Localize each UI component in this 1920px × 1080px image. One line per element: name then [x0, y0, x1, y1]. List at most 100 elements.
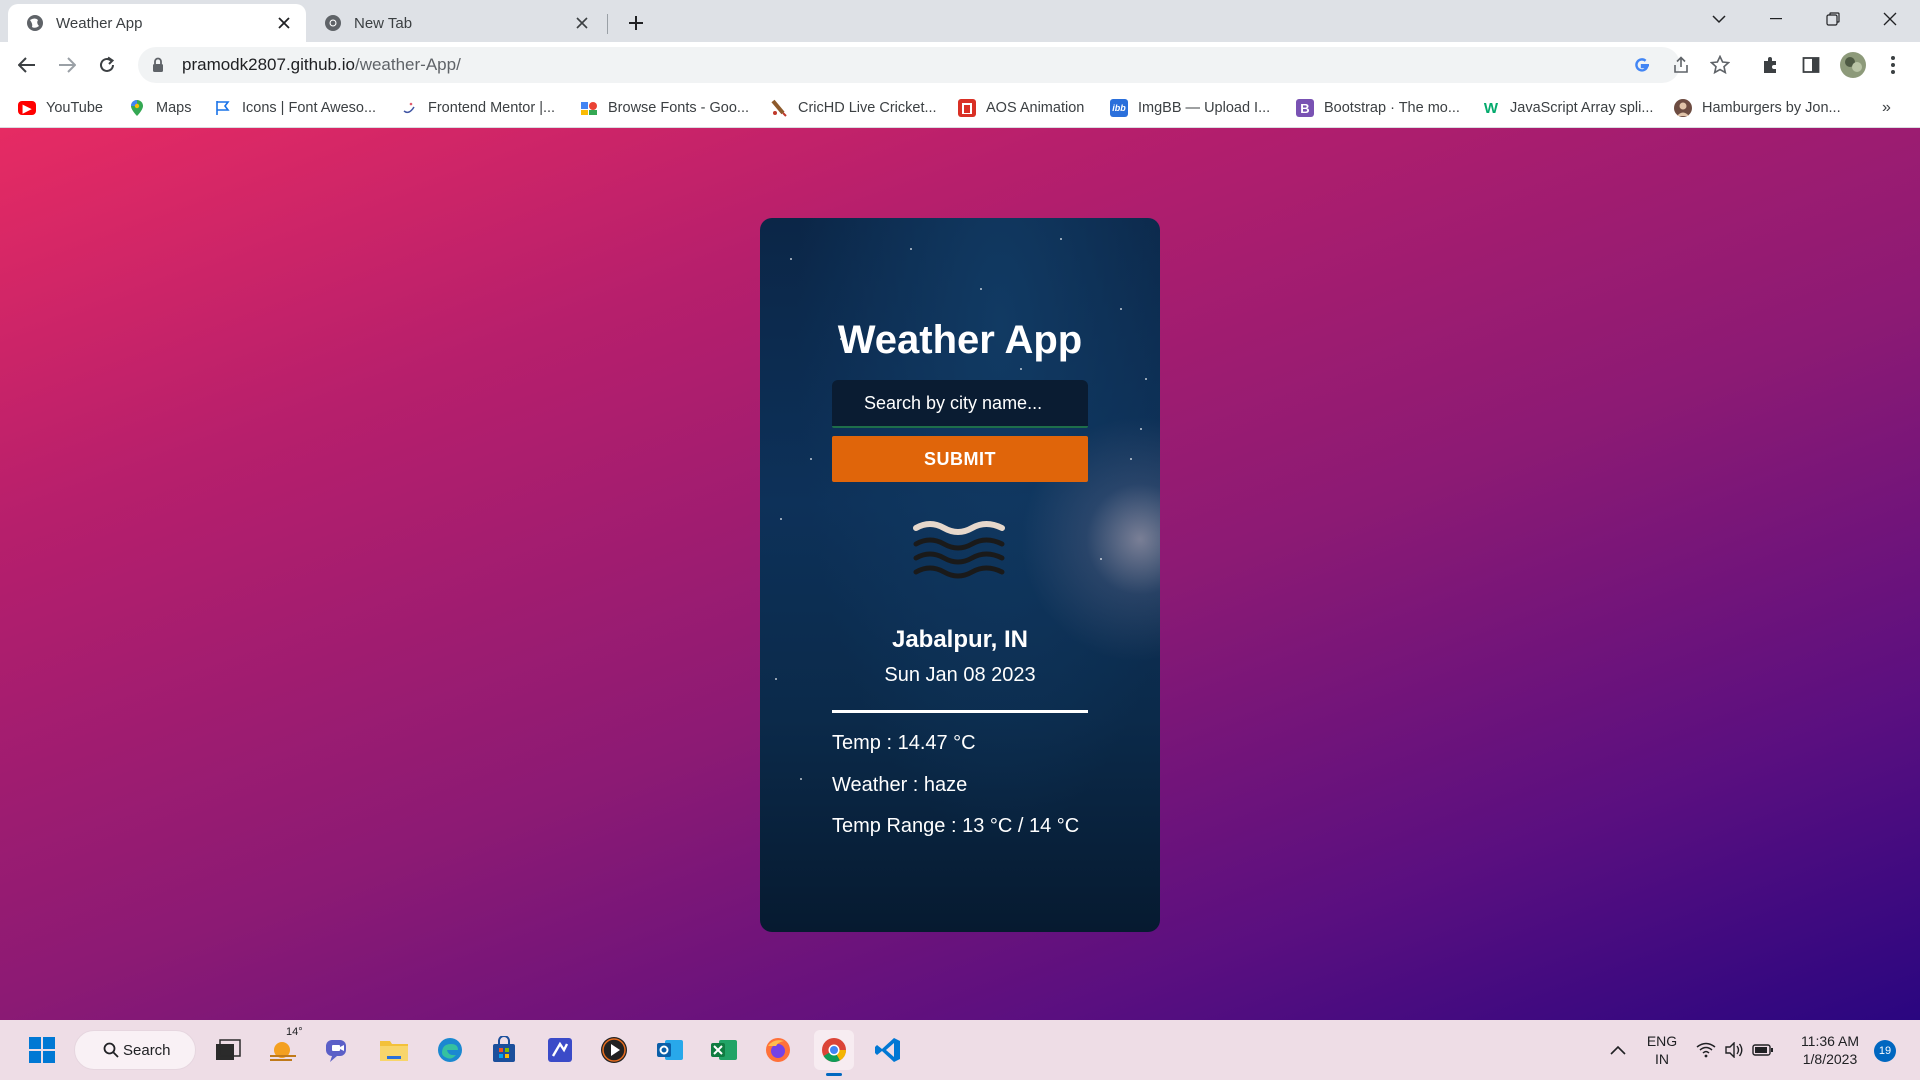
aos-icon: [958, 99, 976, 117]
bootstrap-icon: B: [1296, 99, 1314, 117]
browser-toolbar: pramodk2807.github.io/weather-App/: [0, 42, 1920, 88]
star: [800, 778, 802, 780]
weather-date: Sun Jan 08 2023: [884, 664, 1036, 686]
google-fonts-icon: [580, 99, 598, 117]
microsoft-store-icon[interactable]: [484, 1030, 524, 1070]
taskbar-search[interactable]: Search: [74, 1030, 196, 1070]
input-language[interactable]: ENG IN: [1642, 1032, 1682, 1068]
star: [1140, 428, 1142, 430]
haze-icon: [910, 518, 1010, 588]
weather-condition-text: Weather : haze: [832, 774, 968, 796]
star: [980, 288, 982, 290]
globe-icon: [26, 14, 44, 32]
bookmark-maps[interactable]: Maps: [128, 96, 191, 120]
star: [810, 458, 812, 460]
star: [1120, 308, 1122, 310]
address-bar[interactable]: pramodk2807.github.io/weather-App/: [138, 47, 1730, 83]
bookmark-font-awesome[interactable]: Icons | Font Aweso...: [214, 96, 376, 120]
city-name: Jabalpur, IN: [891, 626, 1029, 653]
vscode-icon[interactable]: [868, 1030, 908, 1070]
tab-new-tab[interactable]: New Tab: [306, 4, 604, 42]
star: [910, 248, 912, 250]
star: [1100, 558, 1102, 560]
avatar-icon: [1674, 99, 1692, 117]
bookmark-crichd[interactable]: CricHD Live Cricket...: [770, 96, 937, 120]
side-panel-icon[interactable]: [1796, 50, 1826, 80]
tab-search-button[interactable]: [1696, 0, 1742, 38]
divider: [832, 710, 1088, 713]
bookmark-star-icon[interactable]: [1706, 51, 1734, 79]
bookmark-imgbb[interactable]: ibb ImgBB — Upload I...: [1110, 96, 1270, 120]
close-window-button[interactable]: [1867, 0, 1913, 38]
bookmark-frontend-mentor[interactable]: Frontend Mentor |...: [400, 96, 555, 120]
back-button[interactable]: [12, 50, 42, 80]
bookmark-aos-animation[interactable]: AOS Animation: [958, 96, 1084, 120]
star: [1060, 238, 1062, 240]
weather-widget-icon[interactable]: 14°: [264, 1026, 304, 1070]
volume-icon: [1725, 1042, 1743, 1058]
tab-strip: Weather App New Tab: [0, 0, 1920, 42]
share-icon[interactable]: [1667, 51, 1695, 79]
tab-title: New Tab: [354, 14, 413, 32]
extensions-icon[interactable]: [1756, 50, 1786, 80]
teams-chat-icon[interactable]: [318, 1030, 358, 1070]
excel-icon[interactable]: [704, 1030, 744, 1070]
star: [1145, 378, 1147, 380]
page-viewport: Weather App SUBMIT Jabalpur, IN Sun Jan …: [0, 128, 1920, 1020]
city-search-input[interactable]: [832, 380, 1088, 428]
bookmark-google-fonts[interactable]: Browse Fonts - Goo...: [580, 96, 749, 120]
app-title: Weather App: [837, 318, 1083, 362]
bookmark-hamburgers[interactable]: Hamburgers by Jon...: [1674, 96, 1841, 120]
youtube-icon: ▶: [18, 101, 36, 115]
notification-badge[interactable]: 19: [1874, 1040, 1896, 1062]
url-text: pramodk2807.github.io/weather-App/: [182, 55, 461, 74]
battery-icon: [1752, 1044, 1773, 1056]
profile-avatar[interactable]: [1838, 50, 1868, 80]
active-app-indicator: [826, 1073, 842, 1076]
task-view-icon[interactable]: [208, 1030, 248, 1070]
submit-button[interactable]: SUBMIT: [832, 436, 1088, 482]
restore-button[interactable]: [1810, 0, 1856, 38]
frontend-mentor-icon: [400, 99, 418, 117]
star: [1130, 458, 1132, 460]
new-tab-button[interactable]: [622, 9, 650, 37]
tab-title: Weather App: [56, 14, 143, 32]
lock-icon[interactable]: [152, 57, 168, 73]
reload-button[interactable]: [92, 50, 122, 80]
file-explorer-icon[interactable]: [374, 1030, 414, 1070]
cricket-bat-icon: [770, 99, 788, 117]
chrome-icon: [324, 14, 342, 32]
google-icon[interactable]: [1628, 51, 1656, 79]
tab-separator: [607, 14, 608, 34]
edge-browser-icon[interactable]: [430, 1030, 470, 1070]
firefox-icon[interactable]: [758, 1030, 798, 1070]
system-tray-status[interactable]: [1690, 1030, 1780, 1070]
weather-card: Weather App SUBMIT Jabalpur, IN Sun Jan …: [760, 218, 1160, 932]
chevron-up-icon[interactable]: [1598, 1030, 1638, 1070]
close-icon[interactable]: [572, 13, 592, 33]
chrome-taskbar-icon[interactable]: [814, 1030, 854, 1076]
close-icon[interactable]: [274, 13, 294, 33]
bookmark-youtube[interactable]: ▶ YouTube: [18, 96, 103, 120]
media-player-icon[interactable]: [594, 1030, 634, 1070]
temperature-text: Temp : 14.47 °C: [832, 732, 976, 754]
flag-icon: [214, 99, 232, 117]
minimize-button[interactable]: [1753, 0, 1799, 38]
star: [1020, 368, 1022, 370]
bookmark-w3schools[interactable]: W JavaScript Array spli...: [1482, 96, 1654, 120]
start-button[interactable]: [22, 1030, 62, 1070]
wifi-icon: [1696, 1042, 1716, 1058]
bookmark-bootstrap[interactable]: B Bootstrap · The mo...: [1296, 96, 1460, 120]
photo-app-icon[interactable]: [540, 1030, 580, 1070]
tab-weather-app[interactable]: Weather App: [8, 4, 306, 42]
menu-kebab-icon[interactable]: [1878, 50, 1908, 80]
w3schools-icon: W: [1483, 99, 1499, 117]
taskbar: Search 14° ENG IN 11:36 AM 1/8/2023: [0, 1020, 1920, 1080]
outlook-icon[interactable]: [650, 1030, 690, 1070]
temp-range-text: Temp Range : 13 °C / 14 °C: [832, 815, 1080, 837]
search-icon: [103, 1042, 119, 1058]
bookmarks-overflow-button[interactable]: »: [1882, 96, 1891, 120]
forward-button[interactable]: [52, 50, 82, 80]
clock[interactable]: 11:36 AM 1/8/2023: [1790, 1032, 1870, 1068]
star: [780, 518, 782, 520]
